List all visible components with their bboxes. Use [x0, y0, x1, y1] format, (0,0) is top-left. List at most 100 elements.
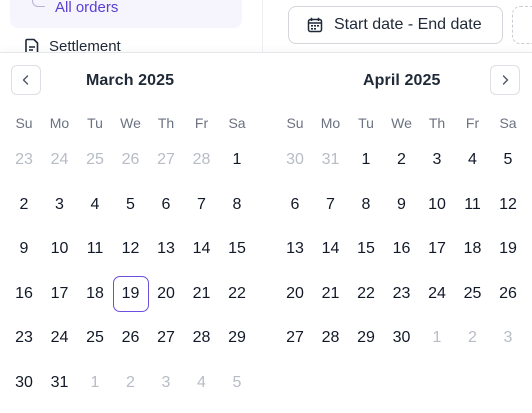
calendar-day[interactable]: 3	[148, 365, 184, 401]
month-title-april: April 2025	[363, 72, 441, 89]
calendar-day[interactable]: 17	[419, 231, 455, 267]
calendar-day[interactable]: 26	[113, 142, 149, 178]
calendar-day[interactable]: 8	[219, 187, 255, 223]
calendar-day[interactable]: 13	[148, 231, 184, 267]
calendar-day[interactable]: 27	[277, 320, 313, 356]
calendar-day[interactable]: 14	[184, 231, 220, 267]
calendar-day[interactable]: 25	[77, 142, 113, 178]
calendar-day[interactable]: 11	[455, 187, 491, 223]
calendar-day[interactable]: 2	[113, 365, 149, 401]
date-picker-popover: March 2025 April 2025 Su Mo Tu We Th Fr Sa 23 24…	[0, 52, 532, 413]
calendar-day[interactable]: 26	[490, 276, 526, 312]
calendar-icon	[307, 17, 323, 33]
calendar-day[interactable]: 23	[384, 276, 420, 312]
calendar-day[interactable]: 7	[313, 187, 349, 223]
calendar-day[interactable]: 20	[277, 276, 313, 312]
calendar-day[interactable]: 23	[6, 142, 42, 178]
calendar-day[interactable]: 26	[113, 320, 149, 356]
calendar-day[interactable]: 27	[148, 320, 184, 356]
chevron-right-icon	[502, 75, 509, 85]
sidebar: All orders Settlement	[0, 0, 263, 54]
calendar-day[interactable]: 24	[42, 142, 78, 178]
weekday-header: We	[391, 115, 412, 131]
calendar-day[interactable]: 29	[219, 320, 255, 356]
calendar-day[interactable]: 30	[277, 142, 313, 178]
weekday-header: Tu	[87, 115, 103, 131]
calendar-day[interactable]: 27	[148, 142, 184, 178]
weekday-header: We	[120, 115, 141, 131]
calendar-day[interactable]: 10	[419, 187, 455, 223]
calendar-day[interactable]: 14	[313, 231, 349, 267]
calendar-day[interactable]: 23	[6, 320, 42, 356]
app-header: All orders Settlement Start date - End d…	[0, 0, 532, 54]
calendar-day[interactable]: 2	[384, 142, 420, 178]
calendar-day[interactable]: 30	[6, 365, 42, 401]
weekday-header: Mo	[49, 115, 70, 131]
calendar-day-today[interactable]: 19	[112, 275, 149, 312]
weekday-header: Fr	[465, 115, 480, 131]
calendar-day[interactable]: 11	[77, 231, 113, 267]
calendar-day[interactable]: 24	[419, 276, 455, 312]
calendar-day[interactable]: 31	[313, 142, 349, 178]
calendar-day[interactable]: 3	[490, 320, 526, 356]
calendar-day[interactable]: 12	[490, 187, 526, 223]
calendar-day[interactable]: 22	[219, 276, 255, 312]
calendar-day[interactable]: 28	[184, 142, 220, 178]
calendar-day[interactable]: 8	[348, 187, 384, 223]
calendar-day[interactable]: 6	[148, 187, 184, 223]
add-filter-button[interactable]	[512, 6, 532, 44]
sidebar-item-all-orders[interactable]: All orders	[10, 0, 242, 28]
calendar-day[interactable]: 4	[77, 187, 113, 223]
calendar-day[interactable]: 12	[113, 231, 149, 267]
month-title-march: March 2025	[86, 72, 175, 89]
calendar-day[interactable]: 4	[184, 365, 220, 401]
calendar-day[interactable]: 2	[455, 320, 491, 356]
calendar-day[interactable]: 30	[384, 320, 420, 356]
calendar-day[interactable]: 16	[384, 231, 420, 267]
calendar-day[interactable]: 29	[348, 320, 384, 356]
calendar-day[interactable]: 3	[42, 187, 78, 223]
calendar-day[interactable]: 17	[42, 276, 78, 312]
calendar-day[interactable]: 15	[219, 231, 255, 267]
calendar-day[interactable]: 2	[6, 187, 42, 223]
calendar-day[interactable]: 7	[184, 187, 220, 223]
calendar-day[interactable]: 19	[490, 231, 526, 267]
calendar-day[interactable]: 4	[455, 142, 491, 178]
calendar-day[interactable]: 15	[348, 231, 384, 267]
calendar-day[interactable]: 5	[490, 142, 526, 178]
prev-month-button[interactable]	[11, 65, 41, 95]
calendar-day[interactable]: 1	[348, 142, 384, 178]
calendar-day[interactable]: 1	[219, 142, 255, 178]
weekday-header: Su	[15, 115, 33, 131]
calendar-day[interactable]: 21	[184, 276, 220, 312]
calendar-day[interactable]: 18	[77, 276, 113, 312]
calendar-day[interactable]: 16	[6, 276, 42, 312]
calendar-day[interactable]: 1	[77, 365, 113, 401]
calendar-day[interactable]: 31	[42, 365, 78, 401]
calendar-day[interactable]: 5	[113, 187, 149, 223]
date-range-button[interactable]: Start date - End date	[288, 6, 503, 44]
calendar-day[interactable]: 18	[455, 231, 491, 267]
weekday-header: Sa	[499, 115, 517, 131]
calendar-day[interactable]: 9	[6, 231, 42, 267]
calendar-day[interactable]: 20	[148, 276, 184, 312]
calendar-day[interactable]: 25	[455, 276, 491, 312]
calendar-day[interactable]: 25	[77, 320, 113, 356]
calendar-day[interactable]: 22	[348, 276, 384, 312]
weekday-header: Sa	[228, 115, 246, 131]
calendar-day[interactable]: 1	[419, 320, 455, 356]
calendar-day[interactable]: 28	[184, 320, 220, 356]
weekday-header: Th	[428, 115, 446, 131]
calendar-day[interactable]: 3	[419, 142, 455, 178]
calendar-day[interactable]: 28	[313, 320, 349, 356]
calendar-day[interactable]: 24	[42, 320, 78, 356]
calendar-day[interactable]: 6	[277, 187, 313, 223]
calendar-day[interactable]: 21	[313, 276, 349, 312]
calendar-day[interactable]: 10	[42, 231, 78, 267]
calendar-day[interactable]: 9	[384, 187, 420, 223]
weekday-header: Th	[157, 115, 175, 131]
next-month-button[interactable]	[490, 65, 520, 95]
date-range-placeholder: Start date - End date	[334, 16, 482, 33]
calendar-day[interactable]: 13	[277, 231, 313, 267]
calendar-day[interactable]: 5	[219, 365, 255, 401]
